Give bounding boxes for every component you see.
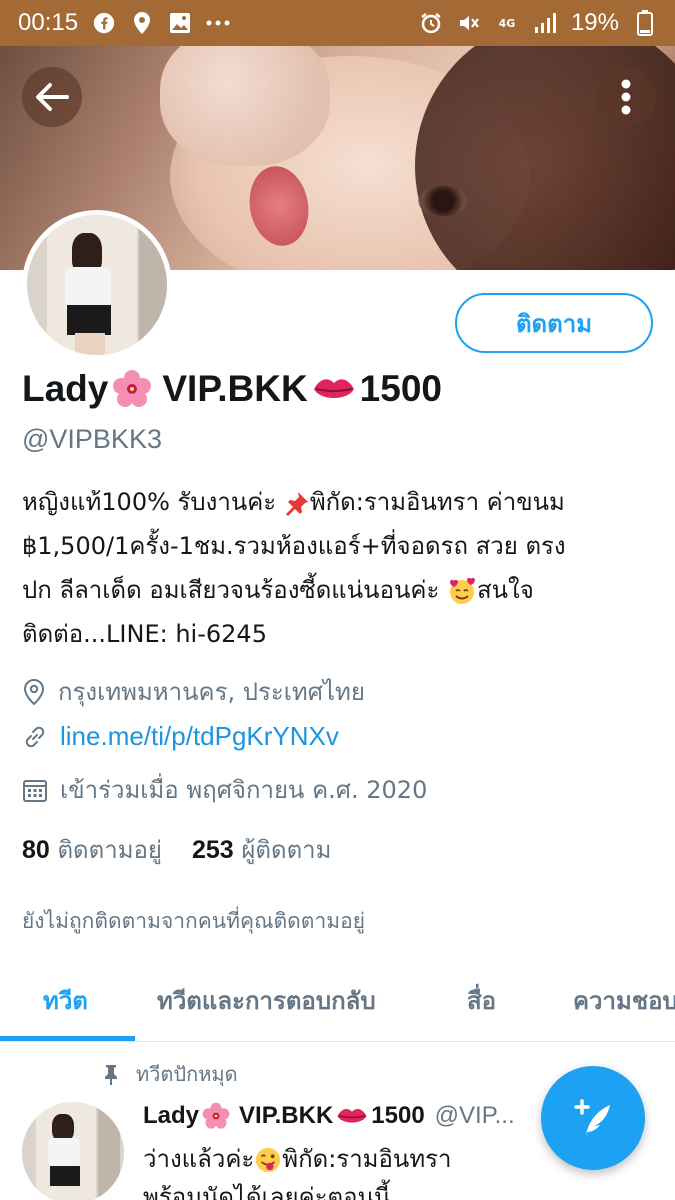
profile-tabs: ทวีต ทวีตและการตอบกลับ สื่อ ความชอบ (0, 960, 675, 1042)
location-pin-icon (23, 678, 45, 705)
tweet-text-line: ว่างแล้วค่ะ พิกัด:รามอินทรา (143, 1145, 452, 1173)
more-dots-icon (206, 11, 230, 35)
following-count[interactable]: 80 ติดตามอยู่ (22, 830, 162, 869)
bio-line: ฿1,500/1ครั้ง-1ชม.รวมห้องแอร์+ที่จอดรถ ส… (22, 532, 566, 560)
tab-tweets[interactable]: ทวีต (43, 960, 88, 1040)
tweet-header: Lady VIP.BKK 1500 @VIP... (143, 1102, 515, 1130)
pushpin-emoji-icon (285, 492, 308, 516)
calendar-icon (23, 779, 47, 802)
image-icon (168, 11, 192, 35)
compose-feather-icon (574, 1099, 610, 1136)
tweet-author-handle: @VIP... (434, 1102, 515, 1129)
follow-counts: 80 ติดตามอยู่ 253 ผู้ติดตาม (22, 830, 331, 869)
tweet-text-line: พร้อมนัดได้เลยค่ะตอนนี้ (143, 1183, 391, 1200)
bio-line: หญิงแท้100% รับงานค่ะ พิกัด:รามอินทรา ค่… (22, 488, 565, 516)
link-icon (25, 726, 45, 747)
active-tab-indicator (0, 1036, 135, 1041)
followers-count[interactable]: 253 ผู้ติดตาม (192, 830, 331, 869)
profile-display-name: Lady VIP.BKK 1500 (22, 368, 442, 410)
tweet-author-avatar[interactable] (22, 1102, 124, 1200)
follow-button[interactable]: ติดตาม (455, 293, 653, 353)
tweet-author-name[interactable]: Lady VIP.BKK 1500 (143, 1102, 425, 1130)
display-name-part: VIP.BKK (162, 368, 308, 409)
banner-hand-shape (160, 46, 330, 166)
facebook-icon (92, 11, 116, 35)
bio-line: ติดต่อ...LINE: hi-6245 (22, 620, 267, 648)
battery-icon (633, 10, 657, 36)
winking-tongue-face-emoji-icon (256, 1147, 281, 1173)
display-name-part: 1500 (359, 368, 442, 409)
network-icon: 4G (498, 16, 516, 30)
tab-likes[interactable]: ความชอบ (573, 960, 675, 1040)
compose-tweet-button[interactable] (541, 1066, 645, 1170)
alarm-icon (419, 11, 443, 35)
profile-link-text[interactable]: line.me/ti/p/tdPgKrYNXv (60, 721, 339, 752)
bio-line: ปก ลีลาเด็ด อมเสียวจนร้องซี้ดแน่นอนค่ะ ส… (22, 576, 534, 604)
signal-icon (533, 11, 557, 35)
status-bar: 00:15 4G 19% (0, 0, 675, 46)
mute-icon (457, 11, 481, 35)
hibiscus-emoji-icon (113, 370, 152, 407)
tweet-text: ว่างแล้วค่ะ พิกัด:รามอินทรา พร้อมนัดได้เล… (143, 1140, 452, 1200)
more-options-button[interactable] (596, 67, 656, 127)
banner-eye-shape (418, 186, 468, 216)
not-followed-by-anyone-note: ยังไม่ถูกติดตามจากคนที่คุณติดตามอยู่ (22, 909, 365, 933)
arrow-left-icon (36, 83, 69, 111)
status-time: 00:15 (18, 9, 79, 36)
display-name-part: Lady (22, 368, 109, 409)
kiss-lips-emoji-icon (313, 379, 354, 398)
vertical-dots-icon (621, 79, 631, 115)
tab-tweets-and-replies[interactable]: ทวีตและการตอบกลับ (157, 960, 376, 1040)
profile-link[interactable]: line.me/ti/p/tdPgKrYNXv (22, 721, 339, 752)
pin-icon (105, 1065, 117, 1085)
pinned-tweet-label: ทวีตปักหมุด (100, 1058, 238, 1090)
hibiscus-emoji-icon (202, 1102, 230, 1129)
tab-media[interactable]: สื่อ (467, 960, 496, 1040)
profile-bio: หญิงแท้100% รับงานค่ะ พิกัด:รามอินทรา ค่… (22, 480, 652, 656)
kiss-lips-emoji-icon (337, 1108, 367, 1123)
profile-avatar[interactable] (22, 210, 172, 360)
location-icon (130, 11, 154, 35)
back-button[interactable] (22, 67, 82, 127)
profile-location: กรุงเทพมหานคร, ประเทศไทย (22, 672, 365, 711)
battery-percent: 19% (570, 9, 619, 36)
smiling-face-with-hearts-emoji-icon (449, 577, 475, 604)
profile-join-date: เข้าร่วมเมื่อ พฤศจิกายน ค.ศ. 2020 (22, 770, 427, 809)
profile-handle: @VIPBKK3 (22, 424, 162, 454)
